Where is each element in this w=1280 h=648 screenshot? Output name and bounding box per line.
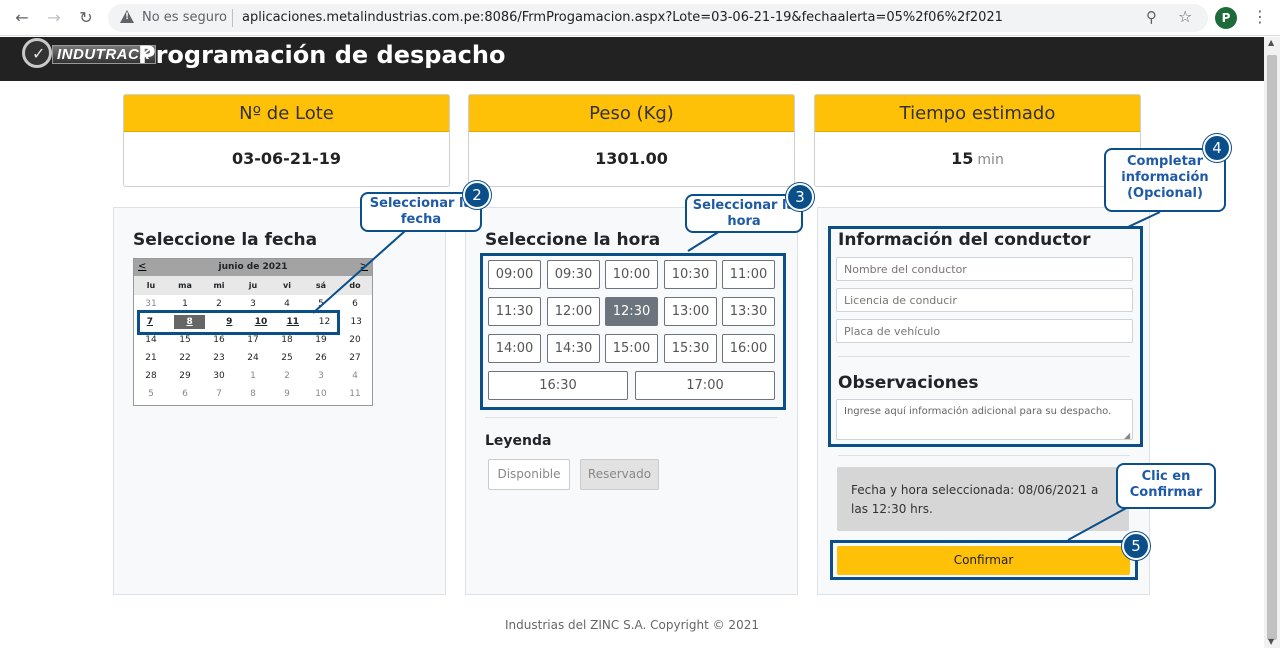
pointer-line-5	[1067, 505, 1131, 541]
pointer-line-4	[1127, 211, 1161, 228]
highlight-time-grid	[480, 253, 786, 410]
badge-step2: 2	[463, 181, 491, 209]
pointer-line-3	[687, 230, 721, 252]
callout-step5: Clic en Confirmar	[1116, 463, 1216, 509]
highlight-confirm	[830, 540, 1138, 580]
pointer-line-2	[312, 230, 406, 314]
highlight-week	[137, 310, 340, 335]
badge-step4: 4	[1203, 134, 1231, 162]
badge-step3: 3	[786, 183, 814, 211]
badge-step5: 5	[1122, 532, 1150, 560]
highlight-driver-form	[828, 226, 1143, 447]
